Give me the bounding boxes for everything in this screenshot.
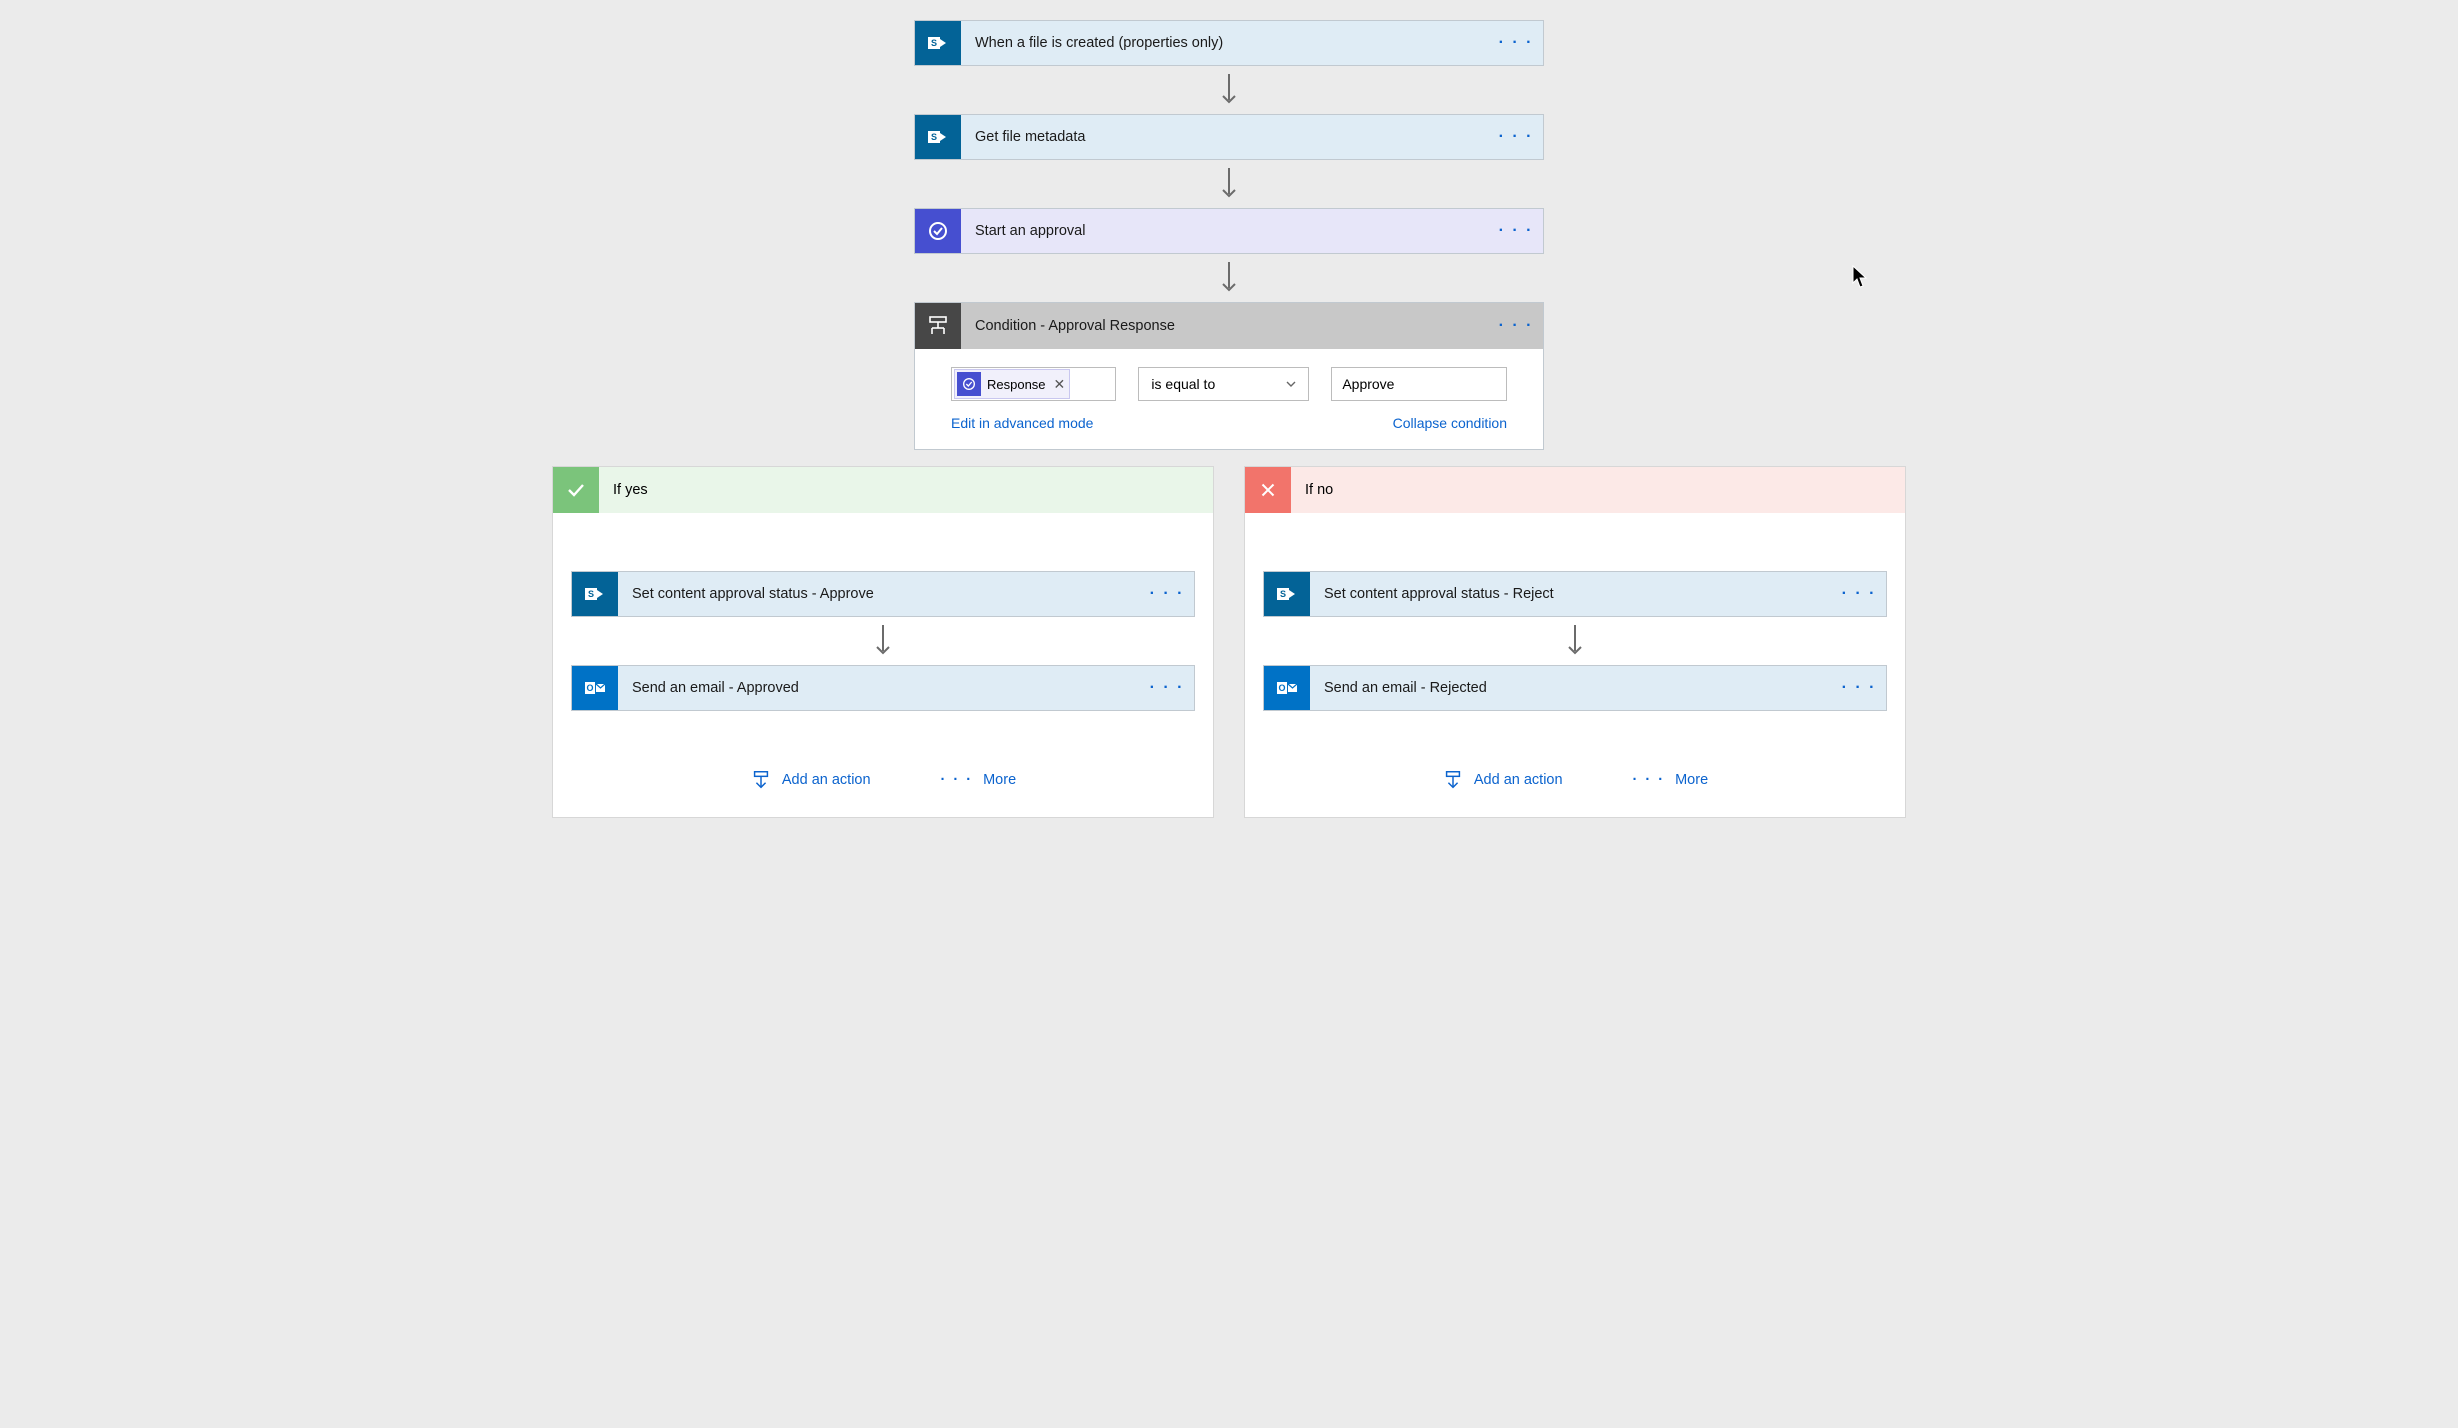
flow-arrow: [571, 623, 1195, 659]
approval-icon: [957, 372, 981, 396]
step-title: Condition - Approval Response: [961, 303, 1489, 349]
step-title: Send an email - Rejected: [1310, 666, 1832, 710]
more-button[interactable]: · · · More: [1633, 769, 1709, 791]
condition-icon: [915, 303, 961, 349]
step-set-approval-reject[interactable]: S Set content approval status - Reject ·…: [1263, 571, 1887, 617]
flow-arrow: [914, 260, 1544, 296]
step-title: Send an email - Approved: [618, 666, 1140, 710]
branch-no-header[interactable]: If no: [1245, 467, 1905, 513]
step-title: Set content approval status - Reject: [1310, 572, 1832, 616]
operator-label: is equal to: [1151, 376, 1215, 392]
flow-arrow: [914, 166, 1544, 202]
outlook-icon: O: [572, 666, 618, 710]
step-title: When a file is created (properties only): [961, 21, 1489, 65]
more-label: More: [1675, 772, 1708, 788]
outlook-icon: O: [1264, 666, 1310, 710]
branch-yes: If yes S Set content approval status - A…: [552, 466, 1214, 818]
step-title: Start an approval: [961, 209, 1489, 253]
more-icon[interactable]: · · ·: [1832, 666, 1886, 710]
svg-text:S: S: [931, 132, 937, 142]
condition-left-operand[interactable]: Response ✕: [951, 367, 1116, 401]
more-icon[interactable]: · · ·: [1489, 303, 1543, 349]
cursor-icon: [1852, 265, 1868, 289]
chevron-down-icon: [1284, 377, 1298, 391]
svg-text:O: O: [1278, 683, 1285, 693]
sharepoint-icon: S: [572, 572, 618, 616]
condition-card: Condition - Approval Response · · · Resp…: [914, 302, 1544, 450]
add-action-button[interactable]: Add an action: [1442, 769, 1563, 791]
step-get-metadata[interactable]: S Get file metadata · · ·: [914, 114, 1544, 160]
value-text: Approve: [1342, 376, 1394, 392]
branch-title: If no: [1291, 467, 1905, 513]
flow-arrow: [1263, 623, 1887, 659]
step-title: Set content approval status - Approve: [618, 572, 1140, 616]
branch-yes-header[interactable]: If yes: [553, 467, 1213, 513]
svg-text:S: S: [588, 589, 594, 599]
collapse-condition-link[interactable]: Collapse condition: [1393, 415, 1507, 431]
remove-chip-icon[interactable]: ✕: [1054, 376, 1066, 393]
flow-arrow: [914, 72, 1544, 108]
more-icon[interactable]: · · ·: [1489, 115, 1543, 159]
sharepoint-icon: S: [915, 115, 961, 159]
more-icon[interactable]: · · ·: [1140, 572, 1194, 616]
step-trigger[interactable]: S When a file is created (properties onl…: [914, 20, 1544, 66]
svg-text:S: S: [1280, 589, 1286, 599]
chip-label: Response: [987, 377, 1046, 392]
branch-no: If no S Set content approval status - Re…: [1244, 466, 1906, 818]
edit-advanced-link[interactable]: Edit in advanced mode: [951, 415, 1093, 431]
more-icon[interactable]: · · ·: [1832, 572, 1886, 616]
more-icon[interactable]: · · ·: [1489, 21, 1543, 65]
branch-title: If yes: [599, 467, 1213, 513]
sharepoint-icon: S: [1264, 572, 1310, 616]
condition-operator-select[interactable]: is equal to: [1138, 367, 1309, 401]
svg-text:S: S: [931, 38, 937, 48]
condition-header[interactable]: Condition - Approval Response · · ·: [915, 303, 1543, 349]
sharepoint-icon: S: [915, 21, 961, 65]
condition-row: Response ✕ is equal to Approve: [915, 349, 1543, 407]
add-action-label: Add an action: [1474, 772, 1563, 788]
add-action-label: Add an action: [782, 772, 871, 788]
more-icon[interactable]: · · ·: [1140, 666, 1194, 710]
svg-text:O: O: [586, 683, 593, 693]
more-icon: · · ·: [941, 772, 974, 788]
step-send-email-approved[interactable]: O Send an email - Approved · · ·: [571, 665, 1195, 711]
step-start-approval[interactable]: Start an approval · · ·: [914, 208, 1544, 254]
approval-icon: [915, 209, 961, 253]
step-set-approval-approve[interactable]: S Set content approval status - Approve …: [571, 571, 1195, 617]
more-icon[interactable]: · · ·: [1489, 209, 1543, 253]
condition-value-input[interactable]: Approve: [1331, 367, 1507, 401]
close-icon: [1245, 467, 1291, 513]
check-icon: [553, 467, 599, 513]
more-icon: · · ·: [1633, 772, 1666, 788]
step-title: Get file metadata: [961, 115, 1489, 159]
step-send-email-rejected[interactable]: O Send an email - Rejected · · ·: [1263, 665, 1887, 711]
add-action-button[interactable]: Add an action: [750, 769, 871, 791]
token-chip[interactable]: Response ✕: [954, 369, 1070, 399]
more-label: More: [983, 772, 1016, 788]
more-button[interactable]: · · · More: [941, 769, 1017, 791]
